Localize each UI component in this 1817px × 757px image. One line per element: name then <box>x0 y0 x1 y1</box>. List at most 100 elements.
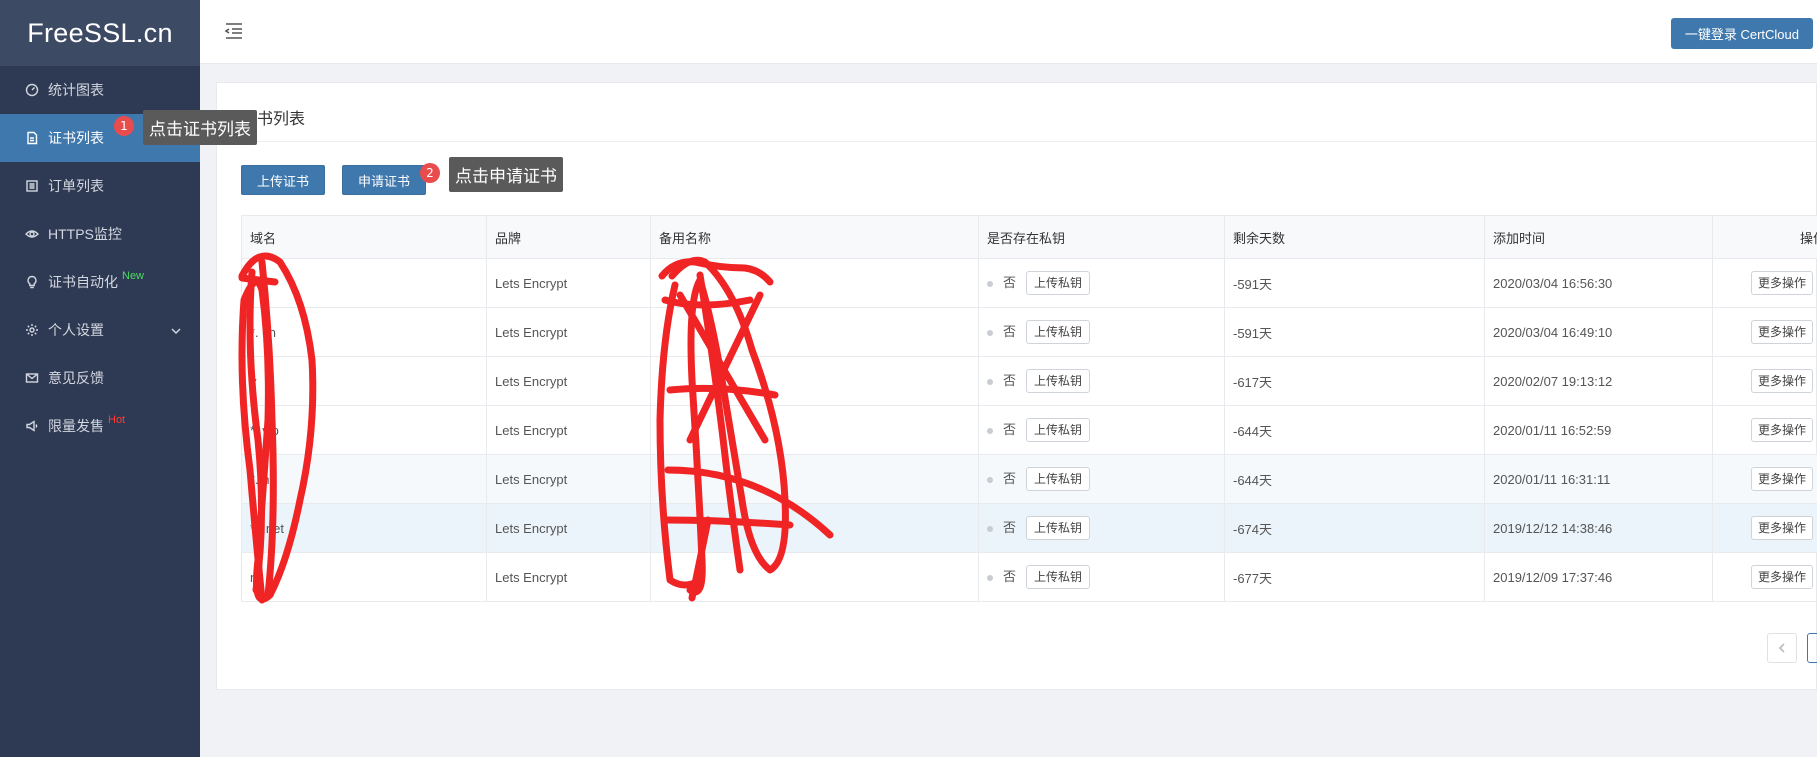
table-row: n Lets Encrypt 否上传私钥 -677天 2019/12/09 17… <box>241 552 1817 602</box>
cell-actions: 更多操作 <box>1712 258 1817 308</box>
cell-added-time: 2020/02/07 19:13:12 <box>1484 356 1713 406</box>
private-key-status: 否 <box>1003 569 1017 584</box>
cell-domain: *. cn <box>241 307 487 357</box>
cell-private-key: 否上传私钥 <box>978 405 1225 455</box>
sidebar-item-label: 意见反馈 <box>48 370 104 386</box>
sidebar-item-https-monitor[interactable]: HTTPS监控 <box>0 210 200 258</box>
private-key-status: 否 <box>1003 520 1017 535</box>
cell-brand: Lets Encrypt <box>486 503 651 553</box>
column-header-brand: 品牌 <box>486 215 651 259</box>
upload-private-key-button[interactable]: 上传私钥 <box>1026 271 1091 295</box>
sidebar-item-feedback[interactable]: 意见反馈 <box>0 354 200 402</box>
cell-added-time: 2019/12/09 17:37:46 <box>1484 552 1713 602</box>
more-actions-button[interactable]: 更多操作 <box>1751 320 1814 344</box>
cell-alt-names <box>650 552 979 602</box>
sidebar-item-limited-sale[interactable]: 限量发售 Hot <box>0 402 200 450</box>
upload-private-key-button[interactable]: 上传私钥 <box>1026 467 1091 491</box>
cell-actions: 更多操作 <box>1712 454 1817 504</box>
step-2-tooltip: 点击申请证书 <box>449 157 563 192</box>
table-row: *. .net Lets Encrypt 否上传私钥 -674天 2019/12… <box>241 503 1817 553</box>
table-header-row: 域名 品牌 备用名称 是否存在私钥 剩余天数 添加时间 操作 <box>241 215 1817 259</box>
column-header-added-time: 添加时间 <box>1484 215 1713 259</box>
column-header-days-left: 剩余天数 <box>1224 215 1485 259</box>
eye-icon <box>24 226 40 242</box>
upload-certificate-button[interactable]: 上传证书 <box>241 165 326 195</box>
sidebar-item-label: 证书自动化 <box>48 274 118 290</box>
cell-days-left: -591天 <box>1224 307 1485 357</box>
cell-alt-names <box>650 356 979 406</box>
more-actions-button[interactable]: 更多操作 <box>1751 369 1814 393</box>
cell-brand: Lets Encrypt <box>486 454 651 504</box>
dashboard-icon <box>24 82 40 98</box>
cell-days-left: -674天 <box>1224 503 1485 553</box>
table-row: *. n Lets Encrypt 否上传私钥 -644天 2020/01/11… <box>241 454 1817 504</box>
cell-private-key: 否上传私钥 <box>978 503 1225 553</box>
upload-private-key-button[interactable]: 上传私钥 <box>1026 565 1091 589</box>
cell-alt-names <box>650 258 979 308</box>
more-actions-button[interactable]: 更多操作 <box>1751 516 1814 540</box>
upload-private-key-button[interactable]: 上传私钥 <box>1026 516 1091 540</box>
chevron-down-icon <box>170 324 182 340</box>
top-bar: 一键登录 CertCloud <box>200 0 1817 64</box>
cell-days-left: -677天 <box>1224 552 1485 602</box>
cell-brand: Lets Encrypt <box>486 405 651 455</box>
sidebar-item-settings[interactable]: 个人设置 <box>0 306 200 354</box>
cell-alt-names <box>650 454 979 504</box>
divider <box>217 141 1816 142</box>
menu-collapse-icon[interactable] <box>224 22 244 40</box>
status-dot <box>987 525 993 532</box>
sidebar-item-stats[interactable]: 统计图表 <box>0 66 200 114</box>
logo[interactable]: FreeSSL.cn <box>0 0 200 66</box>
cell-days-left: -617天 <box>1224 356 1485 406</box>
sidebar-item-orders[interactable]: 订单列表 <box>0 162 200 210</box>
status-dot <box>987 427 993 434</box>
cell-added-time: 2020/03/04 16:49:10 <box>1484 307 1713 357</box>
private-key-status: 否 <box>1003 324 1017 339</box>
sidebar-item-automation[interactable]: 证书自动化 New <box>0 258 200 306</box>
column-header-domain: 域名 <box>241 215 487 259</box>
private-key-status: 否 <box>1003 373 1017 388</box>
upload-private-key-button[interactable]: 上传私钥 <box>1026 418 1091 442</box>
step-1-badge: 1 <box>114 116 134 136</box>
status-dot <box>987 476 993 483</box>
cell-alt-names <box>650 405 979 455</box>
cell-days-left: -644天 <box>1224 405 1485 455</box>
sidebar-item-label: 个人设置 <box>48 322 104 338</box>
table-row: *. cn Lets Encrypt 否上传私钥 -591天 2020/03/0… <box>241 307 1817 357</box>
cell-actions: 更多操作 <box>1712 356 1817 406</box>
cell-added-time: 2019/12/12 14:38:46 <box>1484 503 1713 553</box>
cell-days-left: -644天 <box>1224 454 1485 504</box>
more-actions-button[interactable]: 更多操作 <box>1751 271 1814 295</box>
table-row: *. vip Lets Encrypt 否上传私钥 -644天 2020/01/… <box>241 405 1817 455</box>
cell-actions: 更多操作 <box>1712 503 1817 553</box>
cell-domain: *. n <box>241 454 487 504</box>
cell-brand: Lets Encrypt <box>486 258 651 308</box>
cell-private-key: 否上传私钥 <box>978 552 1225 602</box>
sidebar-item-label: 证书列表 <box>48 130 104 146</box>
cell-domain: y <box>241 356 487 406</box>
certcloud-login-button[interactable]: 一键登录 CertCloud <box>1670 18 1813 49</box>
bulb-icon <box>24 274 40 290</box>
cell-alt-names <box>650 503 979 553</box>
status-dot <box>987 574 993 581</box>
more-actions-button[interactable]: 更多操作 <box>1751 565 1814 589</box>
more-actions-button[interactable]: 更多操作 <box>1751 467 1814 491</box>
private-key-status: 否 <box>1003 275 1017 290</box>
pagination-prev-button[interactable] <box>1767 633 1797 663</box>
certificate-table: 域名 品牌 备用名称 是否存在私钥 剩余天数 添加时间 操作 Lets Encr… <box>241 215 1817 602</box>
gear-icon <box>24 322 40 338</box>
apply-certificate-button[interactable]: 申请证书 <box>342 165 427 195</box>
cell-domain: *. vip <box>241 405 487 455</box>
table-row: y Lets Encrypt 否上传私钥 -617天 2020/02/07 19… <box>241 356 1817 406</box>
hot-badge: Hot <box>108 414 126 426</box>
more-actions-button[interactable]: 更多操作 <box>1751 418 1814 442</box>
pagination-page-button[interactable] <box>1807 633 1817 663</box>
megaphone-icon <box>24 418 40 434</box>
upload-private-key-button[interactable]: 上传私钥 <box>1026 320 1091 344</box>
document-icon <box>24 130 40 146</box>
column-header-alt-names: 备用名称 <box>650 215 979 259</box>
cell-added-time: 2020/01/11 16:31:11 <box>1484 454 1713 504</box>
status-dot <box>987 280 993 287</box>
upload-private-key-button[interactable]: 上传私钥 <box>1026 369 1091 393</box>
step-2-badge: 2 <box>420 163 440 183</box>
